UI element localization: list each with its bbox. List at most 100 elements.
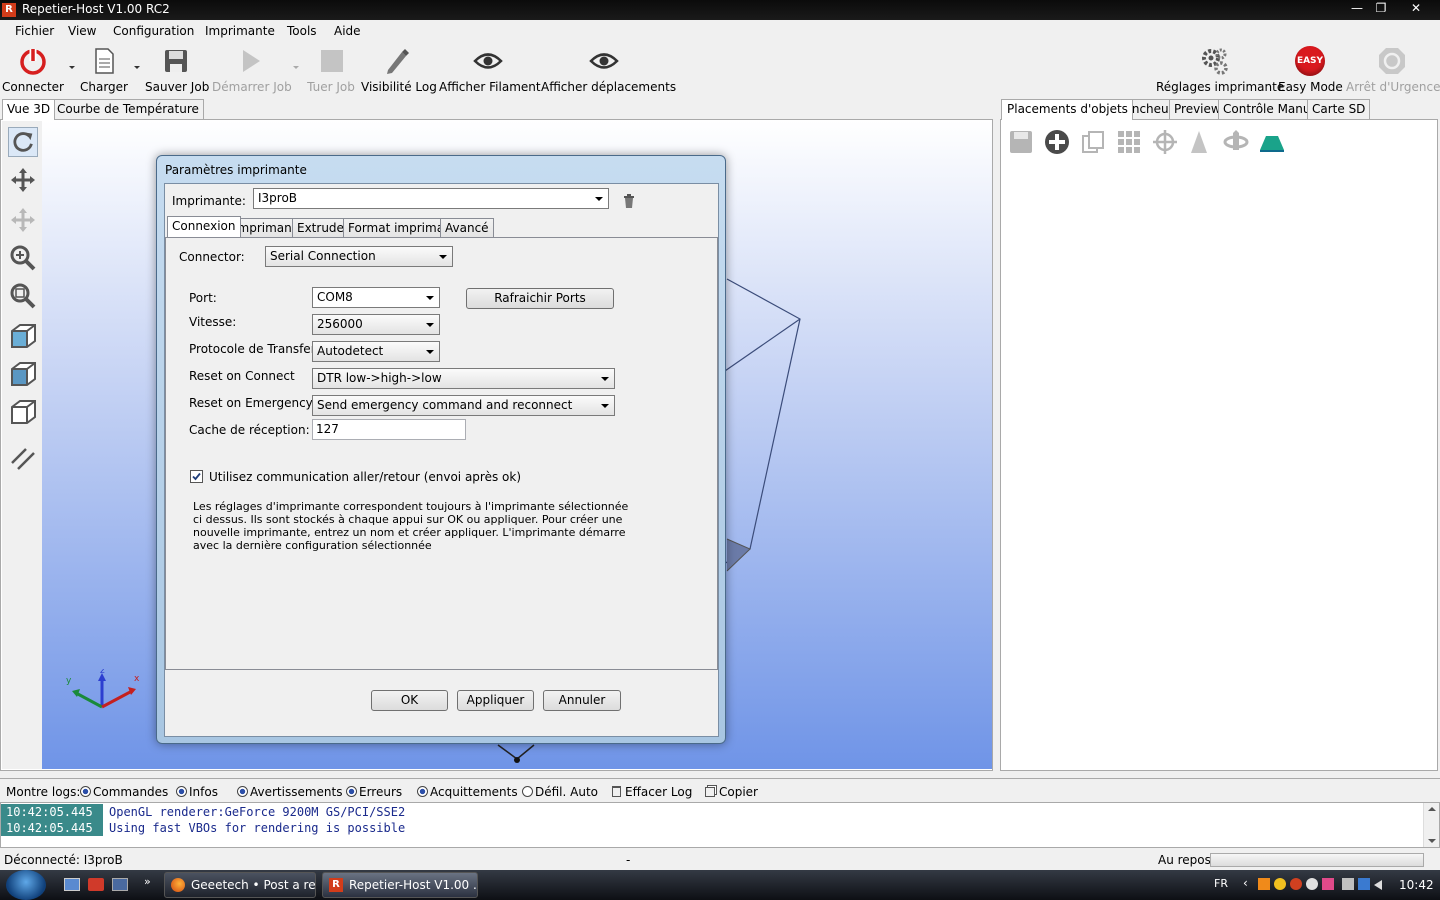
menu-fichier[interactable]: Fichier <box>15 24 54 38</box>
menu-imprimante[interactable]: Imprimante <box>205 24 275 38</box>
apply-button[interactable]: Appliquer <box>457 690 534 711</box>
save-icon[interactable] <box>1007 128 1035 156</box>
front-view-icon[interactable] <box>8 359 38 389</box>
zoom-icon[interactable] <box>8 243 38 273</box>
start-button[interactable] <box>6 870 46 900</box>
move-object-icon[interactable] <box>8 205 38 235</box>
acks-toggle[interactable]: Acquittements <box>417 785 518 799</box>
infos-toggle[interactable]: Infos <box>176 785 218 799</box>
tray-app-icon[interactable] <box>1322 878 1334 890</box>
protocol-value: Autodetect <box>317 344 384 358</box>
tray-app-icon[interactable] <box>1306 878 1318 890</box>
system-tray <box>1342 878 1392 892</box>
log-visibility-button[interactable]: Visibilité Log <box>361 44 437 98</box>
clear-log-button[interactable]: Effacer Log <box>612 785 692 799</box>
menu-configuration[interactable]: Configuration <box>113 24 194 38</box>
log-scrollbar[interactable] <box>1423 803 1439 847</box>
tab-sd-card[interactable]: Carte SD <box>1307 99 1371 119</box>
save-job-button[interactable]: Sauver Job <box>145 44 209 98</box>
top-view-icon[interactable] <box>8 397 38 427</box>
commands-toggle[interactable]: Commandes <box>80 785 168 799</box>
cancel-button[interactable]: Annuler <box>543 690 621 711</box>
show-desktop-icon[interactable] <box>64 878 80 891</box>
reset-on-connect-select[interactable]: DTR low->high->low <box>312 368 615 389</box>
more-chevron-icon[interactable]: » <box>144 875 151 888</box>
warnings-toggle[interactable]: Avertissements <box>237 785 342 799</box>
quick-launch-icon[interactable] <box>88 878 104 891</box>
taskbar-repetier[interactable]: R Repetier-Host V1.00 ... <box>322 872 478 898</box>
protocol-select[interactable]: Autodetect <box>312 341 440 362</box>
scroll-down-icon[interactable] <box>1428 839 1436 843</box>
receive-cache-input[interactable]: 127 <box>312 419 466 440</box>
info-text: Les réglages d'imprimante correspondent … <box>193 500 628 552</box>
show-moves-button[interactable]: Afficher déplacements <box>541 44 676 98</box>
tab-temperature-curve[interactable]: Courbe de Température <box>52 99 204 119</box>
printer-settings-button[interactable]: Réglages imprimante <box>1156 44 1284 98</box>
log-output[interactable]: 10:42:05.445 OpenGL renderer:GeForce 9200… <box>0 802 1440 848</box>
eye-icon <box>589 53 619 69</box>
center-object-icon[interactable] <box>1151 128 1179 156</box>
tray-app-icon[interactable] <box>1290 878 1302 890</box>
move-icon[interactable] <box>8 165 38 195</box>
tab-object-placement[interactable]: Placements d'objets <box>1001 99 1133 120</box>
errors-toggle[interactable]: Erreurs <box>346 785 402 799</box>
tab-connexion[interactable]: Connexion <box>167 216 241 237</box>
close-button[interactable]: ✕ <box>1402 0 1430 16</box>
switch-windows-icon[interactable] <box>112 878 128 891</box>
connector-select[interactable]: Serial Connection <box>265 246 453 267</box>
maximize-button[interactable]: ❐ <box>1368 0 1394 16</box>
tray-app-icon[interactable] <box>1274 878 1286 890</box>
ok-button[interactable]: OK <box>371 690 448 711</box>
taskbar-firefox[interactable]: Geeetech • Post a re... <box>164 872 316 898</box>
load-button[interactable]: Charger <box>78 44 130 98</box>
refresh-ports-button[interactable]: Rafraichir Ports <box>466 288 614 309</box>
load-dropdown-icon[interactable] <box>134 66 140 69</box>
scroll-up-icon[interactable] <box>1428 807 1436 811</box>
reset-view-icon[interactable] <box>8 127 38 157</box>
tray-app-icon[interactable] <box>1258 878 1270 890</box>
tab-vue-3d[interactable]: Vue 3D <box>2 99 56 120</box>
printer-select[interactable]: I3proB <box>253 188 609 209</box>
autoscroll-toggle[interactable]: Défil. Auto <box>522 785 598 799</box>
menu-aide[interactable]: Aide <box>334 24 361 38</box>
log-timestamp: 10:42:05.445 <box>1 820 103 836</box>
iso-view-icon[interactable] <box>8 321 38 351</box>
emergency-stop-button[interactable]: Arrêt d'Urgence <box>1346 44 1440 98</box>
kill-job-button[interactable]: Tuer Job <box>303 44 359 98</box>
scale-object-icon[interactable] <box>1185 128 1213 156</box>
fit-zoom-icon[interactable] <box>8 281 38 311</box>
start-job-dropdown-icon[interactable] <box>293 66 299 69</box>
safely-remove-icon[interactable] <box>1342 878 1354 890</box>
tab-avance[interactable]: Avancé <box>440 218 494 237</box>
show-filament-button[interactable]: Afficher Filament <box>439 44 541 98</box>
connect-dropdown-icon[interactable] <box>69 66 75 69</box>
arrange-grid-icon[interactable] <box>1115 128 1143 156</box>
status-bar: Déconnecté: I3proB - Au repos <box>0 850 1440 870</box>
tray-expand-icon[interactable]: ‹ <box>1243 876 1248 890</box>
ping-pong-checkbox[interactable] <box>190 470 203 483</box>
start-job-button[interactable]: Démarrer Job <box>212 44 292 98</box>
copy-log-button[interactable]: Copier <box>705 785 758 799</box>
network-icon[interactable] <box>1358 878 1370 890</box>
clock[interactable]: 10:42 <box>1399 878 1434 892</box>
log-line: 10:42:05.445 OpenGL renderer:GeForce 9200… <box>1 804 405 820</box>
add-object-icon[interactable] <box>1043 128 1071 156</box>
volume-icon[interactable] <box>1374 880 1382 890</box>
parallel-projection-icon[interactable] <box>8 443 38 473</box>
trash-icon[interactable] <box>623 194 635 208</box>
connect-button[interactable]: Connecter <box>2 44 64 98</box>
easy-mode-label: Easy Mode <box>1278 80 1343 94</box>
language-indicator[interactable]: FR <box>1214 877 1228 890</box>
cut-object-icon[interactable] <box>1258 128 1286 156</box>
reset-on-emergency-select[interactable]: Send emergency command and reconnect <box>312 395 615 416</box>
easy-mode-button[interactable]: EASY Easy Mode <box>1278 44 1343 98</box>
menu-tools[interactable]: Tools <box>287 24 317 38</box>
port-select[interactable]: COM8 <box>312 287 440 308</box>
main-toolbar: Connecter Charger Sauver Job Démarrer Jo… <box>0 42 1440 98</box>
speed-select[interactable]: 256000 <box>312 314 440 335</box>
easy-badge-icon: EASY <box>1295 46 1325 76</box>
menu-view[interactable]: View <box>68 24 96 38</box>
copy-object-icon[interactable] <box>1079 128 1107 156</box>
rotate-object-icon[interactable] <box>1222 128 1250 156</box>
minimize-button[interactable]: — <box>1344 0 1370 16</box>
